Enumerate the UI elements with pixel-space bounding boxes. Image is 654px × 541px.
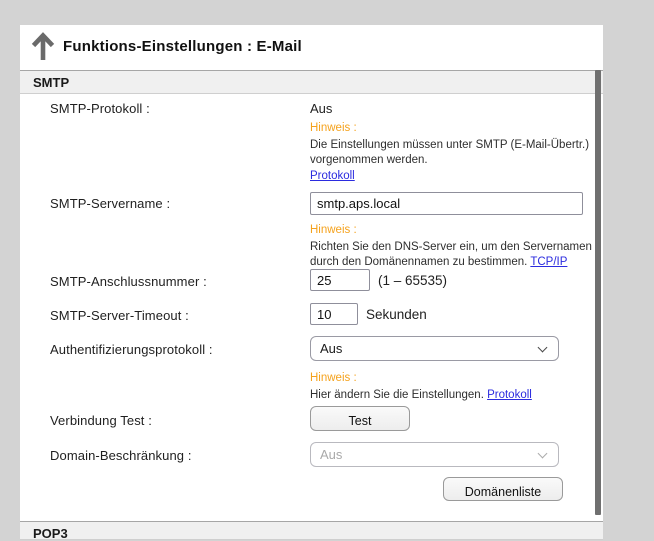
test-button[interactable]: Test (310, 406, 410, 431)
domaenenliste-button[interactable]: Domänenliste (443, 477, 563, 501)
smtp-protokoll-label: SMTP-Protokoll : (50, 101, 150, 116)
verbindung-test-label: Verbindung Test : (50, 413, 152, 428)
page-header: Funktions-Einstellungen : E-Mail (20, 25, 603, 70)
smtp-protokoll-value: Aus (310, 101, 332, 116)
smtp-servername-label: SMTP-Servername : (50, 196, 170, 211)
smtp-protokoll-hint: Hinweis : Die Einstellungen müssen unter… (310, 121, 602, 184)
smtp-port-range: (1 – 65535) (378, 273, 447, 288)
domain-beschraenkung-label: Domain-Beschränkung : (50, 448, 192, 463)
smtp-timeout-unit: Sekunden (366, 307, 427, 322)
back-up-arrow-icon[interactable] (31, 32, 55, 62)
hint-title: Hinweis : (310, 371, 602, 387)
hint-title: Hinweis : (310, 223, 602, 239)
selected-option: Aus (320, 341, 342, 356)
smtp-anschlussnummer-label: SMTP-Anschlussnummer : (50, 274, 207, 289)
section-header-pop3: POP3 (20, 521, 603, 540)
auth-hint: Hinweis : Hier ändern Sie die Einstellun… (310, 371, 602, 403)
smtp-servername-hint: Hinweis : Richten Sie den DNS-Server ein… (310, 223, 602, 271)
domain-beschraenkung-select: Aus (310, 442, 559, 467)
smtp-servername-input[interactable] (310, 192, 583, 215)
chevron-down-icon (538, 343, 548, 353)
hint-text: Hier ändern Sie die Einstellungen. (310, 389, 484, 401)
smtp-port-input[interactable] (310, 269, 370, 291)
tcpip-link[interactable]: TCP/IP (530, 256, 567, 268)
protokoll-link[interactable]: Protokoll (310, 170, 355, 182)
section-header-smtp: SMTP (20, 70, 603, 94)
page: Funktions-Einstellungen : E-Mail SMTP SM… (0, 0, 654, 540)
chevron-down-icon (538, 449, 548, 459)
smtp-timeout-label: SMTP-Server-Timeout : (50, 308, 189, 323)
hint-title: Hinweis : (310, 121, 602, 137)
scrollbar-thumb[interactable] (595, 70, 601, 515)
auth-protokoll-select[interactable]: Aus (310, 336, 559, 361)
smtp-timeout-input[interactable] (310, 303, 358, 325)
settings-panel: Funktions-Einstellungen : E-Mail SMTP SM… (20, 25, 603, 540)
auth-protokoll-label: Authentifizierungsprotokoll : (50, 342, 213, 357)
hint-text: Die Einstellungen müssen unter SMTP (E-M… (310, 138, 602, 169)
protokoll-link[interactable]: Protokoll (487, 389, 532, 401)
page-title: Funktions-Einstellungen : E-Mail (63, 38, 302, 55)
selected-option: Aus (320, 447, 342, 462)
